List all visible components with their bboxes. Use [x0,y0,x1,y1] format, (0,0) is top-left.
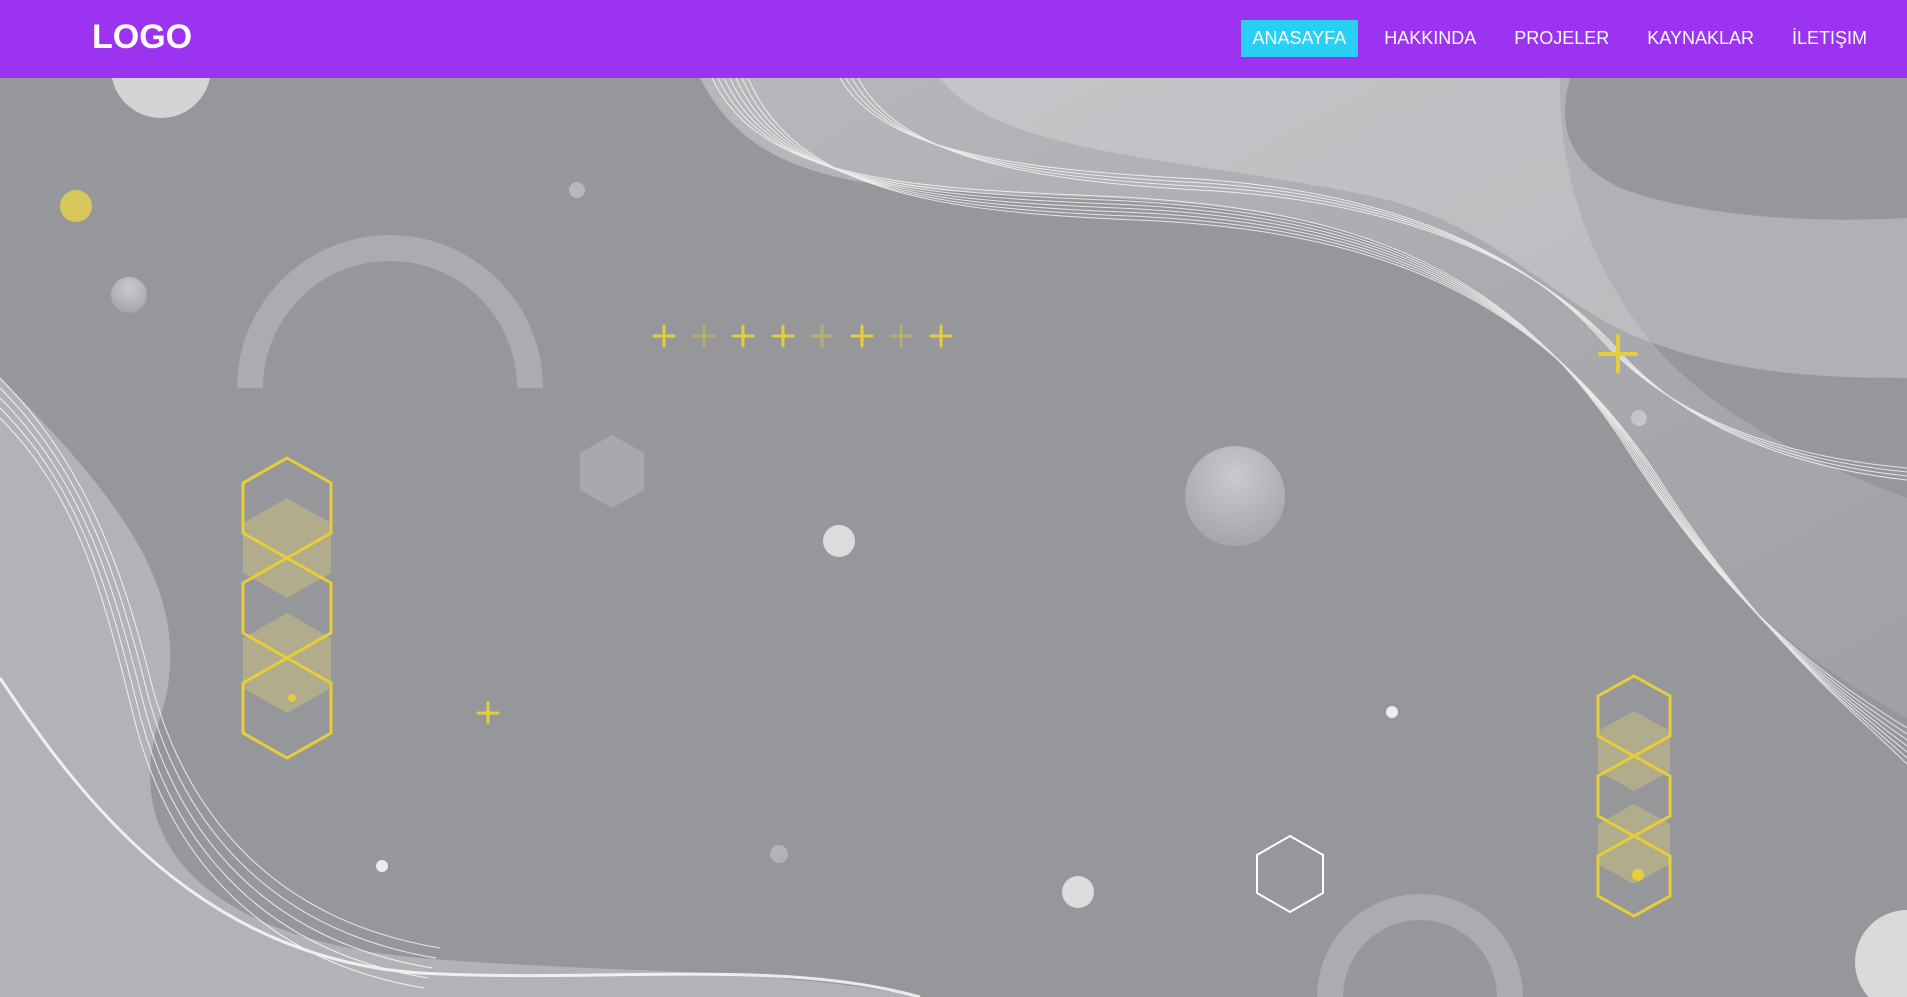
nav-item-about[interactable]: HAKKINDA [1372,20,1488,57]
nav-item-home[interactable]: ANASAYFA [1240,19,1359,57]
plus-row [652,324,953,348]
nav-item-projects[interactable]: PROJELER [1502,20,1621,57]
hero-background [0,78,1907,997]
hex-chain-right [1596,674,1672,918]
nav-item-resources[interactable]: KAYNAKLAR [1635,20,1766,57]
hero-decoration [0,78,1907,997]
wave-bottom-left [0,377,921,997]
logo[interactable]: LOGO [92,18,192,57]
hexagon-white [1256,834,1324,914]
main-nav: ANASAYFA HAKKINDA PROJELER KAYNAKLAR İLE… [1227,19,1880,57]
decor-arcs [237,235,1523,997]
top-navbar: LOGO ANASAYFA HAKKINDA PROJELER KAYNAKLA… [0,0,1907,78]
hex-chain-left [241,456,333,760]
nav-item-contact[interactable]: İLETIŞIM [1780,20,1879,57]
wave-top-right [700,78,1907,765]
hexagon-grey [580,435,644,508]
plus-small [476,701,500,725]
